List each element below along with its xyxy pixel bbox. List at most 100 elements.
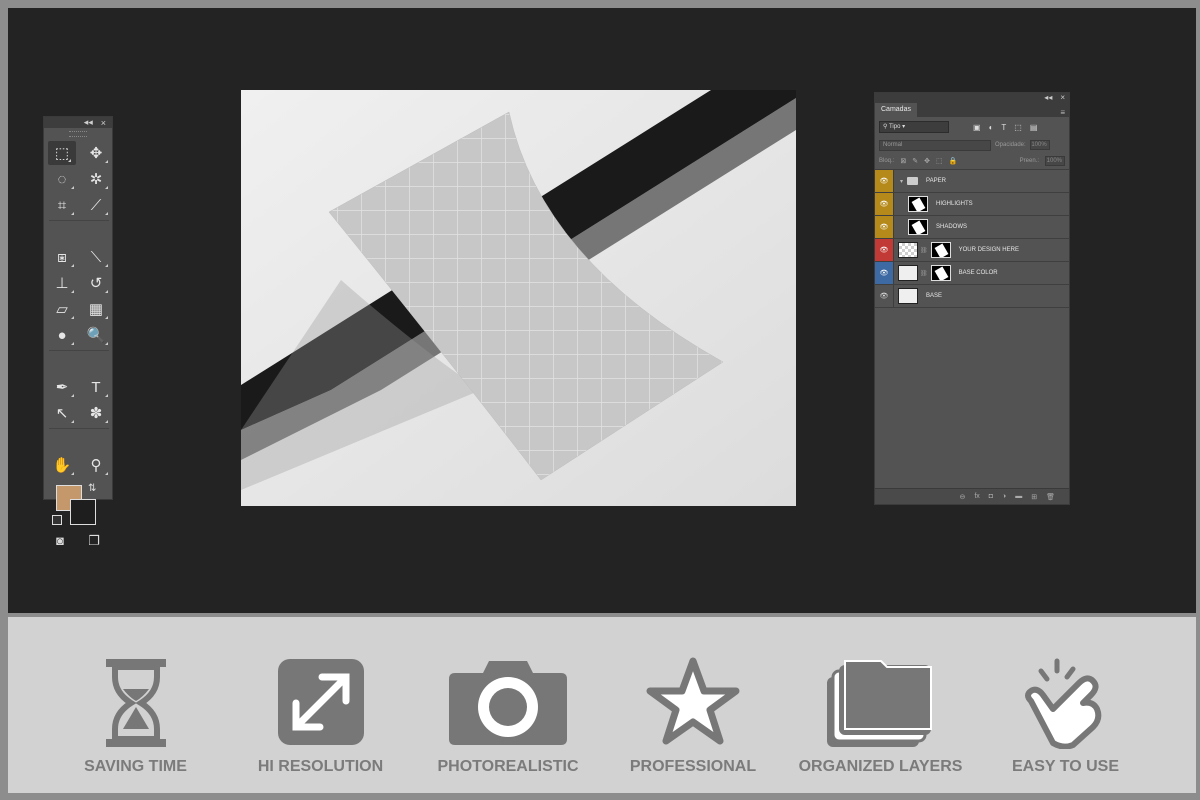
lock-position-icon[interactable]: ✥	[924, 157, 930, 165]
layer-row[interactable]: 👁 ⛓ BASE COLOR	[875, 262, 1069, 285]
type-filter-icon[interactable]: T	[1001, 123, 1006, 132]
layer-row[interactable]: 👁 ⛓ YOUR DESIGN HERE	[875, 239, 1069, 262]
paper-mockup-illustration	[241, 90, 796, 506]
smart-object-filter-icon[interactable]: ▤	[1030, 123, 1038, 132]
fill-field[interactable]: 100%	[1045, 156, 1065, 166]
tab-layers[interactable]: Camadas	[875, 103, 917, 117]
opacity-field[interactable]: 100%	[1029, 140, 1050, 150]
crop-icon[interactable]: ⌗	[45, 192, 79, 218]
mask-link-icon[interactable]: ⛓	[920, 247, 928, 254]
tool-flyout-indicator	[71, 290, 74, 293]
visibility-eye-icon[interactable]: 👁	[875, 216, 894, 238]
type-icon[interactable]: T	[79, 374, 113, 400]
screen-mode-icon[interactable]: ❐	[88, 533, 100, 549]
layer-row[interactable]: 👁 ▾ PAPER	[875, 170, 1069, 193]
collapse-icon[interactable]: ◂◂	[1044, 93, 1052, 102]
layer-name[interactable]: BASE	[926, 293, 942, 299]
new-group-icon[interactable]: ▬	[1015, 493, 1022, 500]
layer-list: 👁 ▾ PAPER 👁 HIGHLIGHTS 👁 SHADOWS 👁 ⛓ YOUR DESIGN …	[875, 169, 1069, 308]
mask-link-icon[interactable]: ⛓	[920, 270, 928, 277]
healing-brush-icon[interactable]: ⧆	[45, 244, 79, 270]
layer-name[interactable]: SHADOWS	[936, 224, 967, 230]
filter-kind-select[interactable]: ⚲ Tipo ▾	[879, 121, 949, 133]
layers-folder-icon	[826, 660, 932, 747]
magic-wand-icon[interactable]: ✲	[79, 166, 113, 192]
stamp-icon[interactable]: ⊥	[45, 270, 79, 296]
feature-label: SAVING TIME	[84, 758, 187, 775]
tool-flyout-indicator	[71, 472, 74, 475]
layer-name[interactable]: HIGHLIGHTS	[936, 201, 973, 207]
shape-icon[interactable]: ✽	[79, 400, 113, 426]
collapse-icon[interactable]: ◂◂	[84, 117, 93, 128]
tool-flyout-indicator	[105, 160, 108, 163]
move-icon[interactable]: ✥	[79, 140, 113, 166]
background-color-swatch[interactable]	[70, 499, 96, 525]
tool-flyout-indicator	[105, 264, 108, 267]
quick-mask-icon[interactable]: ◙	[56, 533, 64, 549]
history-brush-icon[interactable]: ↺	[79, 270, 113, 296]
shape-filter-icon[interactable]: ⬚	[1014, 123, 1022, 132]
feature-professional: PROFESSIONAL	[623, 617, 763, 793]
expand-arrows-icon	[277, 659, 364, 745]
panel-menu-icon[interactable]: ≡	[1060, 108, 1065, 117]
tool-flyout-indicator	[105, 186, 108, 189]
pen-icon[interactable]: ✒	[45, 374, 79, 400]
layer-thumbnail	[908, 219, 928, 235]
zoom-icon[interactable]: ⚲	[79, 452, 113, 478]
link-layers-icon[interactable]: ⊖	[959, 493, 965, 501]
visibility-eye-icon[interactable]: 👁	[875, 262, 894, 284]
dodge-icon[interactable]: 🔍	[79, 322, 113, 348]
default-colors-icon[interactable]	[52, 515, 62, 525]
hand-icon[interactable]: ✋	[45, 452, 79, 478]
visibility-eye-icon[interactable]: 👁	[875, 193, 894, 215]
feature-label: EASY TO USE	[1012, 758, 1119, 775]
visibility-eye-icon[interactable]: 👁	[875, 285, 894, 307]
feature-label: PROFESSIONAL	[629, 758, 757, 775]
gradient-icon[interactable]: ▦	[79, 296, 113, 322]
lock-pixels-icon[interactable]: ✎	[912, 157, 918, 165]
close-icon[interactable]: ×	[101, 118, 106, 128]
swap-colors-icon[interactable]: ⇅	[88, 483, 96, 494]
blend-mode-select[interactable]: Normal	[879, 139, 991, 151]
visibility-eye-icon[interactable]: 👁	[875, 170, 894, 192]
color-swatches: ⇅	[44, 481, 112, 529]
eraser-icon[interactable]: ▱	[45, 296, 79, 322]
adjustment-filter-icon[interactable]: ◐	[989, 123, 994, 132]
delete-layer-icon[interactable]: 🗑	[1046, 493, 1055, 501]
lock-all-icon[interactable]: 🔒	[949, 157, 958, 165]
layer-thumbnail	[898, 288, 918, 304]
features-strip: SAVING TIME HI RESOLUTION PHOTOREALISTIC	[8, 617, 1196, 793]
tools-panel: ◂◂ × ⬚ ✥ ◌ ✲ ⌗ ⟋ ⧆ ⟍ ⊥ ↺ ▱ ▦ ● 🔍 ✒ T ↖ ✽ ✋ ⚲ ⇅ ◙ ❐	[43, 116, 113, 548]
feature-photorealistic: PHOTOREALISTIC	[433, 617, 583, 793]
lock-transparent-icon[interactable]: ⊠	[900, 157, 906, 165]
lock-artboard-icon[interactable]: ⬚	[936, 157, 943, 165]
layers-panel-header: ◂◂ ×	[875, 93, 1069, 102]
eyedropper-icon[interactable]: ⟋	[79, 192, 113, 218]
adjustment-layer-icon[interactable]: ◑	[1002, 493, 1006, 500]
feature-label: PHOTOREALISTIC	[437, 758, 579, 775]
pixel-filter-icon[interactable]: ▣	[973, 123, 981, 132]
close-icon[interactable]: ×	[1060, 93, 1065, 102]
layer-row[interactable]: 👁 BASE	[875, 285, 1069, 308]
new-layer-icon[interactable]: ⊞	[1031, 493, 1037, 501]
lasso-icon[interactable]: ◌	[45, 166, 79, 192]
brush-icon[interactable]: ⟍	[79, 244, 113, 270]
blur-icon[interactable]: ●	[45, 322, 79, 348]
visibility-eye-icon[interactable]: 👁	[875, 239, 894, 261]
expand-chevron-icon[interactable]: ▾	[900, 178, 903, 185]
layer-name[interactable]: PAPER	[926, 178, 946, 184]
hourglass-icon	[105, 659, 166, 747]
layer-row[interactable]: 👁 HIGHLIGHTS	[875, 193, 1069, 216]
layers-panel: ◂◂ × Camadas ≡ ⚲ Tipo ▾ ▣ ◐ T ⬚ ▤ Normal…	[874, 92, 1070, 505]
layer-name[interactable]: YOUR DESIGN HERE	[959, 247, 1019, 253]
tool-separator	[49, 428, 109, 429]
fx-icon[interactable]: fx	[974, 493, 979, 500]
path-selection-icon[interactable]: ↖	[45, 400, 79, 426]
layer-name[interactable]: BASE COLOR	[959, 270, 998, 276]
marquee-icon[interactable]: ⬚	[48, 141, 76, 165]
layer-mask-thumbnail[interactable]	[930, 265, 951, 281]
tool-flyout-indicator	[71, 212, 74, 215]
layer-row[interactable]: 👁 SHADOWS	[875, 216, 1069, 239]
add-mask-icon[interactable]: ◘	[989, 493, 993, 500]
layer-mask-thumbnail[interactable]	[930, 242, 951, 258]
